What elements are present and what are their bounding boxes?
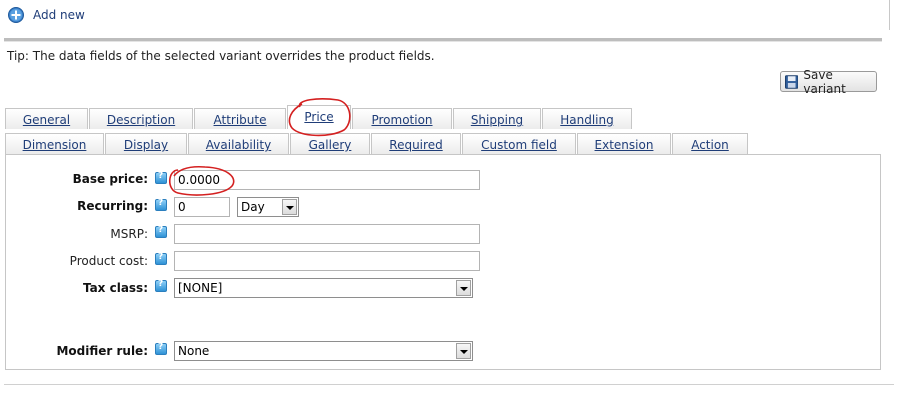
tab-availability[interactable]: Availability	[188, 133, 289, 154]
floppy-disk-icon	[785, 74, 799, 89]
tax-class-select[interactable]: [NONE]	[174, 278, 473, 298]
add-circle-icon	[8, 7, 24, 23]
tab-dimension[interactable]: Dimension	[5, 133, 104, 154]
msrp-input[interactable]	[174, 224, 480, 244]
tab-description[interactable]: Description	[89, 108, 193, 129]
recurring-input[interactable]	[174, 197, 230, 217]
tab-custom-field[interactable]: Custom field	[462, 133, 576, 154]
help-icon[interactable]	[155, 252, 167, 265]
help-icon[interactable]	[155, 279, 167, 292]
divider	[4, 384, 894, 385]
add-new-label: Add new	[33, 8, 85, 22]
modifier-rule-value: None	[178, 344, 210, 358]
tab-promotion[interactable]: Promotion	[352, 108, 452, 129]
dropdown-arrow-icon[interactable]	[282, 199, 297, 215]
tab-attribute[interactable]: Attribute	[194, 108, 286, 129]
recurring-unit-value: Day	[241, 200, 265, 214]
tab-required[interactable]: Required	[371, 133, 461, 154]
modifier-rule-label: Modifier rule:	[56, 344, 148, 358]
tab-price[interactable]: Price	[287, 105, 351, 129]
separator	[4, 41, 882, 42]
tax-class-value: [NONE]	[178, 281, 223, 295]
add-new-link[interactable]: Add new	[8, 6, 85, 24]
tab-gallery[interactable]: Gallery	[290, 133, 370, 154]
help-icon[interactable]	[155, 171, 167, 184]
dropdown-arrow-icon[interactable]	[456, 280, 471, 296]
dropdown-arrow-icon[interactable]	[456, 343, 471, 359]
save-variant-button[interactable]: Save variant	[780, 68, 877, 96]
tab-shipping[interactable]: Shipping	[453, 108, 541, 129]
divider	[889, 0, 890, 30]
msrp-label: MSRP:	[110, 227, 148, 241]
tab-general[interactable]: General	[5, 108, 88, 129]
tax-class-label: Tax class:	[82, 281, 148, 295]
product-cost-label: Product cost:	[69, 254, 148, 268]
save-variant-label: Save variant	[803, 67, 846, 96]
help-icon[interactable]	[155, 342, 167, 355]
modifier-rule-select[interactable]: None	[174, 341, 473, 361]
product-cost-input[interactable]	[174, 251, 480, 271]
base-price-input[interactable]	[174, 170, 480, 190]
tab-action[interactable]: Action	[672, 133, 748, 154]
help-icon[interactable]	[155, 225, 167, 238]
recurring-label: Recurring:	[77, 199, 148, 213]
recurring-unit-select[interactable]: Day	[237, 197, 299, 217]
base-price-label: Base price:	[72, 172, 148, 186]
help-icon[interactable]	[155, 198, 167, 211]
tab-handling[interactable]: Handling	[542, 108, 632, 129]
tip-text: Tip: The data fields of the selected var…	[7, 49, 435, 63]
tab-extension[interactable]: Extension	[577, 133, 671, 154]
tab-display[interactable]: Display	[105, 133, 187, 154]
